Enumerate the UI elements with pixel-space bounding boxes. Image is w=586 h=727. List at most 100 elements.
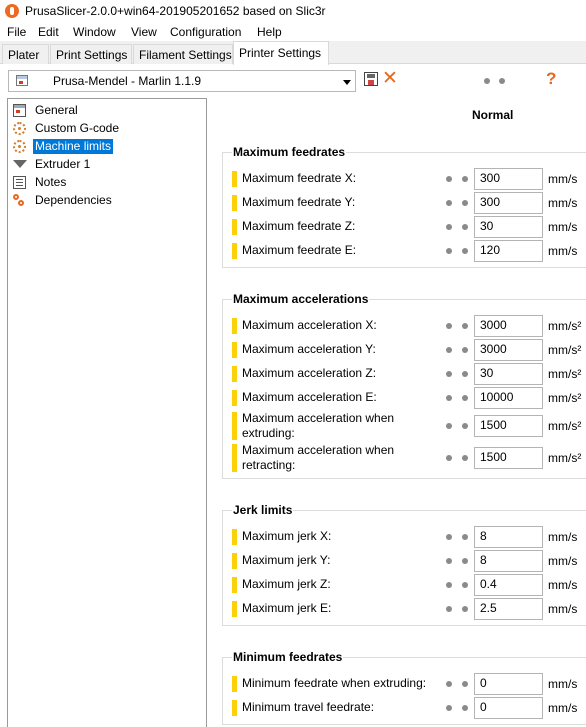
setting-row-maximum-feedrate-x: Maximum feedrate X: 300 mm/s <box>232 167 586 191</box>
lock-reset-icon[interactable] <box>446 681 452 687</box>
setting-value-input[interactable]: 30 <box>474 363 543 385</box>
setting-row-maximum-feedrate-e: Maximum feedrate E: 120 mm/s <box>232 239 586 263</box>
chevron-down-icon[interactable] <box>343 80 351 85</box>
modified-marker <box>232 243 237 259</box>
tree-item-extruder-1[interactable]: Extruder 1 <box>12 156 202 173</box>
lock-reset-icon[interactable] <box>446 176 452 182</box>
setting-unit: mm/s <box>548 172 578 186</box>
lock-reset-icon[interactable] <box>446 606 452 612</box>
undo-reset-icon[interactable] <box>462 323 468 329</box>
undo-reset-icon[interactable] <box>462 582 468 588</box>
lock-reset-icon[interactable] <box>446 200 452 206</box>
tab-filament-settings[interactable]: Filament Settings <box>133 44 233 64</box>
undo-reset-icon[interactable] <box>462 347 468 353</box>
lock-reset-icon[interactable] <box>446 455 452 461</box>
lock-reset-icon[interactable] <box>446 347 452 353</box>
group-jerk-limits: Jerk limits Maximum jerk X: 8 mm/s Maximum j… <box>222 503 586 626</box>
mode-column-header: Normal <box>472 108 514 122</box>
delete-preset-icon[interactable]: ✕ <box>382 68 398 88</box>
setting-value-input[interactable]: 1500 <box>474 447 543 469</box>
setting-label: Maximum acceleration Y: <box>242 342 376 356</box>
setting-value-input[interactable]: 0.4 <box>474 574 543 596</box>
setting-value-input[interactable]: 0 <box>474 673 543 695</box>
lock-reset-icon[interactable] <box>446 248 452 254</box>
funnel-icon <box>13 160 27 168</box>
setting-value-input[interactable]: 0 <box>474 697 543 719</box>
group-maximum-accelerations: Maximum accelerations Maximum acceleratio… <box>222 292 586 479</box>
tree-item-notes[interactable]: Notes <box>12 174 202 191</box>
setting-label: Maximum acceleration X: <box>242 318 377 332</box>
menu-view[interactable]: View <box>131 25 157 39</box>
setting-value-input[interactable]: 2.5 <box>474 598 543 620</box>
setting-value-input[interactable]: 300 <box>474 168 543 190</box>
setting-value-input[interactable]: 3000 <box>474 315 543 337</box>
setting-value-input[interactable]: 30 <box>474 216 543 238</box>
lock-reset-icon[interactable] <box>446 558 452 564</box>
tree-item-general[interactable]: General <box>12 102 202 119</box>
tree-item-dependencies[interactable]: Dependencies <box>12 192 202 209</box>
question-mark-icon[interactable]: ? <box>546 69 556 89</box>
lock-reset-icon[interactable] <box>446 705 452 711</box>
undo-reset-icon[interactable] <box>462 606 468 612</box>
lock-reset-icon[interactable] <box>446 323 452 329</box>
undo-reset-icon[interactable] <box>462 371 468 377</box>
modified-marker <box>232 553 237 569</box>
preset-name: Prusa-Mendel - Marlin 1.1.9 <box>53 74 202 88</box>
setting-unit: mm/s <box>548 701 578 715</box>
printer-preset-icon <box>16 75 28 86</box>
undo-reset-icon[interactable] <box>462 224 468 230</box>
menu-edit[interactable]: Edit <box>38 25 59 39</box>
tab-plater[interactable]: Plater <box>2 44 49 64</box>
undo-reset-icon[interactable] <box>462 200 468 206</box>
tree-item-custom-gcode[interactable]: Custom G-code <box>12 120 202 137</box>
setting-value-input[interactable]: 8 <box>474 526 543 548</box>
save-preset-icon[interactable] <box>364 72 378 86</box>
lock-reset-icon[interactable] <box>446 395 452 401</box>
setting-value-input[interactable]: 8 <box>474 550 543 572</box>
lock-reset-icon[interactable] <box>446 224 452 230</box>
setting-row-maximum-feedrate-y: Maximum feedrate Y: 300 mm/s <box>232 191 586 215</box>
undo-reset-icon[interactable] <box>462 176 468 182</box>
undo-reset-icon[interactable] <box>462 558 468 564</box>
preset-dropdown[interactable]: Prusa-Mendel - Marlin 1.1.9 <box>8 70 356 92</box>
setting-unit: mm/s <box>548 578 578 592</box>
modified-marker <box>232 219 237 235</box>
mode-indicator[interactable] <box>484 78 508 84</box>
setting-value-input[interactable]: 120 <box>474 240 543 262</box>
setting-label: Maximum jerk Y: <box>242 553 331 567</box>
group-minimum-feedrates: Minimum feedrates Minimum feedrate when e… <box>222 650 586 725</box>
setting-value-input[interactable]: 300 <box>474 192 543 214</box>
setting-unit: mm/s <box>548 554 578 568</box>
setting-unit: mm/s² <box>548 367 582 381</box>
tab-print-settings[interactable]: Print Settings <box>50 44 132 64</box>
undo-reset-icon[interactable] <box>462 248 468 254</box>
undo-reset-icon[interactable] <box>462 534 468 540</box>
setting-row-maximum-jerk-y: Maximum jerk Y: 8 mm/s <box>232 549 586 573</box>
setting-value-input[interactable]: 3000 <box>474 339 543 361</box>
undo-reset-icon[interactable] <box>462 423 468 429</box>
tab-bar: Plater Print Settings Filament Settings … <box>0 41 586 65</box>
undo-reset-icon[interactable] <box>462 705 468 711</box>
setting-label: Maximum jerk X: <box>242 529 332 543</box>
modified-marker <box>232 700 237 716</box>
setting-row-maximum-acceleration-z: Maximum acceleration Z: 30 mm/s² <box>232 362 586 386</box>
setting-value-input[interactable]: 1500 <box>474 415 543 437</box>
menu-window[interactable]: Window <box>73 25 116 39</box>
undo-reset-icon[interactable] <box>462 395 468 401</box>
menu-help[interactable]: Help <box>257 25 282 39</box>
undo-reset-icon[interactable] <box>462 681 468 687</box>
notes-icon <box>13 176 26 189</box>
lock-reset-icon[interactable] <box>446 534 452 540</box>
tab-printer-settings[interactable]: Printer Settings <box>233 41 329 65</box>
setting-label: Maximum feedrate X: <box>242 171 357 185</box>
lock-reset-icon[interactable] <box>446 582 452 588</box>
setting-row-maximum-acceleration-when-retracting: Maximum acceleration when retracting: 150… <box>232 442 586 474</box>
menu-configuration[interactable]: Configuration <box>170 25 241 39</box>
setting-value-input[interactable]: 10000 <box>474 387 543 409</box>
tree-item-machine-limits[interactable]: Machine limits <box>12 138 202 155</box>
menu-file[interactable]: File <box>7 25 26 39</box>
lock-reset-icon[interactable] <box>446 371 452 377</box>
undo-reset-icon[interactable] <box>462 455 468 461</box>
setting-label: Maximum acceleration when retracting: <box>242 443 395 472</box>
lock-reset-icon[interactable] <box>446 423 452 429</box>
